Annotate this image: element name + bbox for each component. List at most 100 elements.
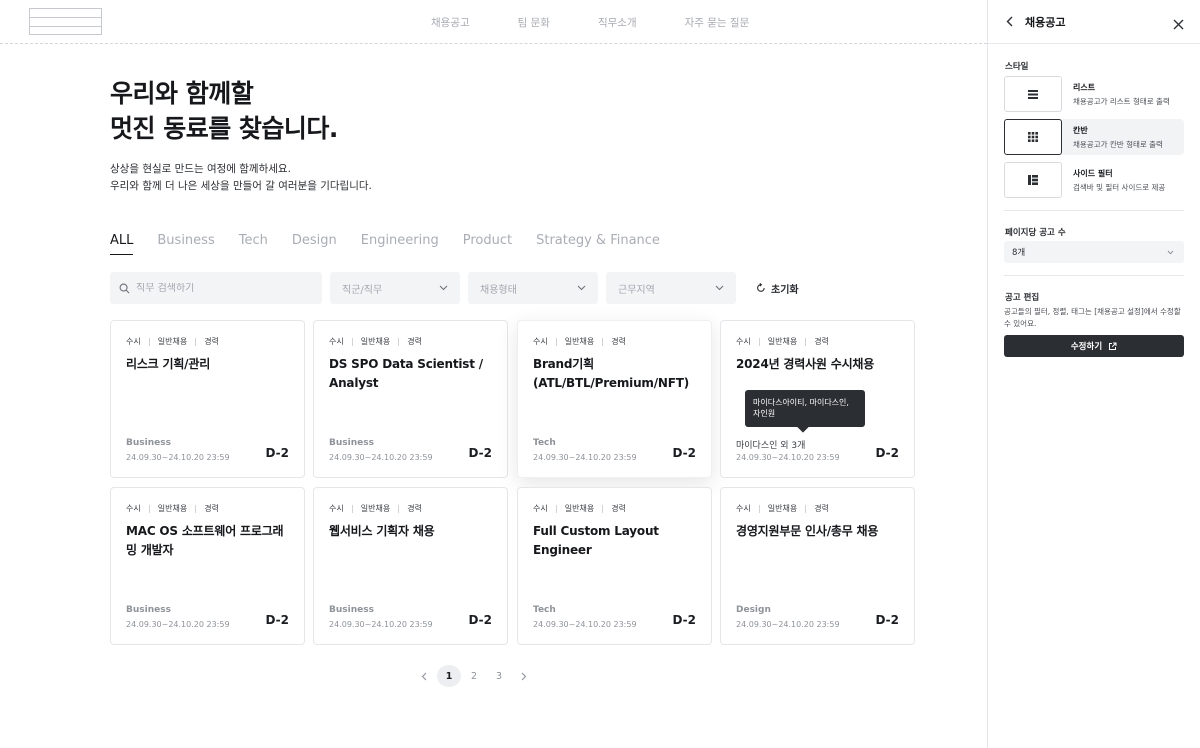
settings-panel: 채용공고 스타일 리스트 채용공고가 리스트 형태로 출력 칸반 채용공고가 칸… [987,0,1200,748]
job-card[interactable]: 수시 일반채용 경력 DS SPO Data Scientist / Analyst… [313,320,508,478]
search-box[interactable] [110,272,322,304]
tab-business[interactable]: Business [157,233,214,255]
tab-engineering[interactable]: Engineering [361,233,439,255]
chevron-down-icon [577,285,586,291]
job-tag-career: 경력 [814,504,829,513]
job-tag-hire-type: 일반채용 [157,504,188,513]
job-tag-hire-type: 일반채용 [360,337,391,346]
per-page-value: 8개 [1012,248,1026,258]
job-select[interactable]: 직군/직무 [330,272,460,304]
side-filter-icon [1028,175,1038,185]
per-page-select[interactable]: 8개 [1004,241,1184,263]
job-card[interactable]: 수시 일반채용 경력 경영지원부문 인사/총무 채용 Design 24.09.30… [720,487,915,645]
job-tag-hire-period: 수시 [126,337,141,346]
job-title: Brand기획(ATL/BTL/Premium/NFT) [533,357,690,390]
chevron-down-icon [715,285,724,291]
job-tag-hire-type: 일반채용 [564,504,595,513]
tab-strategy-finance[interactable]: Strategy & Finance [536,233,660,255]
nav-link-roles[interactable]: 직무소개 [598,15,637,30]
job-card[interactable]: 수시 일반채용 경력 웹서비스 기획자 채용 Business 24.09.30~2… [313,487,508,645]
chevron-left-icon [1006,16,1013,27]
close-button[interactable] [1173,15,1184,34]
nav-link-faq[interactable]: 자주 묻는 질문 [685,15,750,30]
back-button[interactable] [1006,16,1013,27]
job-dday: D-2 [875,446,899,460]
job-tags: 수시 일반채용 경력 [126,336,289,347]
type-select-label: 채용형태 [480,284,517,296]
hero-title-line2: 멋진 동료를 찾습니다. [110,114,338,143]
panel-divider [1004,275,1184,276]
job-date: 24.09.30~24.10.20 23:59 [533,620,637,629]
job-date: 24.09.30~24.10.20 23:59 [329,620,433,629]
job-tag-hire-type: 일반채용 [767,504,798,513]
tab-product[interactable]: Product [463,233,512,255]
tooltip-text: 마이다스아이티, 마이다스인, 자인원 [753,398,849,418]
hero-description: 상상을 현실로 만드는 여정에 함께하세요. 우리와 함께 더 나은 세상을 만… [110,161,372,195]
job-tags: 수시 일반채용 경력 [533,503,696,514]
job-tag-career: 경력 [407,337,422,346]
location-select[interactable]: 근무지역 [606,272,736,304]
job-tag-hire-type: 일반채용 [360,504,391,513]
job-tag-hire-type: 일반채용 [157,337,188,346]
nav-links: 채용공고 팀 문화 직무소개 자주 묻는 질문 [431,0,797,44]
job-title: MAC OS 소프트웨어 프로그래밍 개발자 [126,524,284,557]
company-tooltip: 마이다스아이티, 마이다스인, 자인원 [745,390,865,433]
edit-section-label: 공고 편집 [1005,293,1040,303]
external-link-icon [1109,342,1117,350]
page-button-2[interactable]: 2 [462,665,486,687]
category-tabs: ALL Business Tech Design Engineering Pro… [110,233,684,255]
style-option-side-filter[interactable]: 사이드 필터 검색바 및 필터 사이드로 제공 [1004,162,1184,198]
nav-link-jobs[interactable]: 채용공고 [431,15,470,30]
job-tags: 수시 일반채용 경력 [329,503,492,514]
tab-design[interactable]: Design [292,233,337,255]
job-title: 2024년 경력사원 수시채용 [736,357,875,371]
hero-title-line1: 우리와 함께할 [110,79,254,108]
job-title: 웹서비스 기획자 채용 [329,524,435,538]
next-page-button[interactable] [512,665,536,687]
nav-link-culture[interactable]: 팀 문화 [518,15,550,30]
job-date: 24.09.30~24.10.20 23:59 [736,620,840,629]
prev-page-button[interactable] [412,665,436,687]
page-button-3[interactable]: 3 [487,665,511,687]
page-button-1[interactable]: 1 [437,665,461,687]
tab-all[interactable]: ALL [110,233,134,255]
job-date: 24.09.30~24.10.20 23:59 [126,453,230,462]
chevron-left-icon [421,672,427,680]
job-dday: D-2 [265,446,289,460]
job-dday: D-2 [672,446,696,460]
style-option-desc: 채용공고가 리스트 형태로 출력 [1073,97,1170,106]
filter-bar: 직군/직무 채용형태 근무지역 초기화 [110,272,799,304]
job-card[interactable]: 수시 일반채용 경력 Full Custom Layout Engineer Tec… [517,487,712,645]
job-card[interactable]: 수시 일반채용 경력 MAC OS 소프트웨어 프로그래밍 개발자 Business… [110,487,305,645]
job-tag-hire-period: 수시 [736,337,751,346]
job-dday: D-2 [672,613,696,627]
edit-button[interactable]: 수정하기 [1004,335,1184,357]
refresh-icon [757,283,765,292]
hero-desc-line1: 상상을 현실로 만드는 여정에 함께하세요. [110,163,291,175]
job-tag-hire-period: 수시 [329,337,344,346]
job-title: 리스크 기획/관리 [126,357,211,371]
type-select[interactable]: 채용형태 [468,272,598,304]
job-dday: D-2 [468,446,492,460]
job-tag-career: 경력 [204,337,219,346]
reset-button[interactable]: 초기화 [756,281,799,296]
style-option-list[interactable]: 리스트 채용공고가 리스트 형태로 출력 [1004,76,1184,112]
chevron-down-icon [1167,250,1174,255]
job-tag-hire-type: 일반채용 [564,337,595,346]
style-option-kanban[interactable]: 칸반 채용공고가 칸반 형태로 출력 [1004,119,1184,155]
style-option-name: 리스트 [1073,83,1096,92]
job-tag-career: 경력 [611,337,626,346]
logo-placeholder[interactable] [29,8,102,35]
job-tag-hire-period: 수시 [533,504,548,513]
hero-title: 우리와 함께할 멋진 동료를 찾습니다. [110,76,338,146]
tab-tech[interactable]: Tech [239,233,268,255]
close-icon [1173,19,1184,30]
job-company[interactable]: 마이다스인 외 3개 [736,438,805,451]
job-card[interactable]: 수시 일반채용 경력 Brand기획(ATL/BTL/Premium/NFT) Te… [517,320,712,478]
search-input[interactable] [136,282,306,294]
edit-button-label: 수정하기 [1070,342,1103,352]
chevron-down-icon [439,285,448,291]
job-tag-hire-period: 수시 [329,504,344,513]
job-card[interactable]: 수시 일반채용 경력 리스크 기획/관리 Business 24.09.30~24.… [110,320,305,478]
job-tags: 수시 일반채용 경력 [533,336,696,347]
